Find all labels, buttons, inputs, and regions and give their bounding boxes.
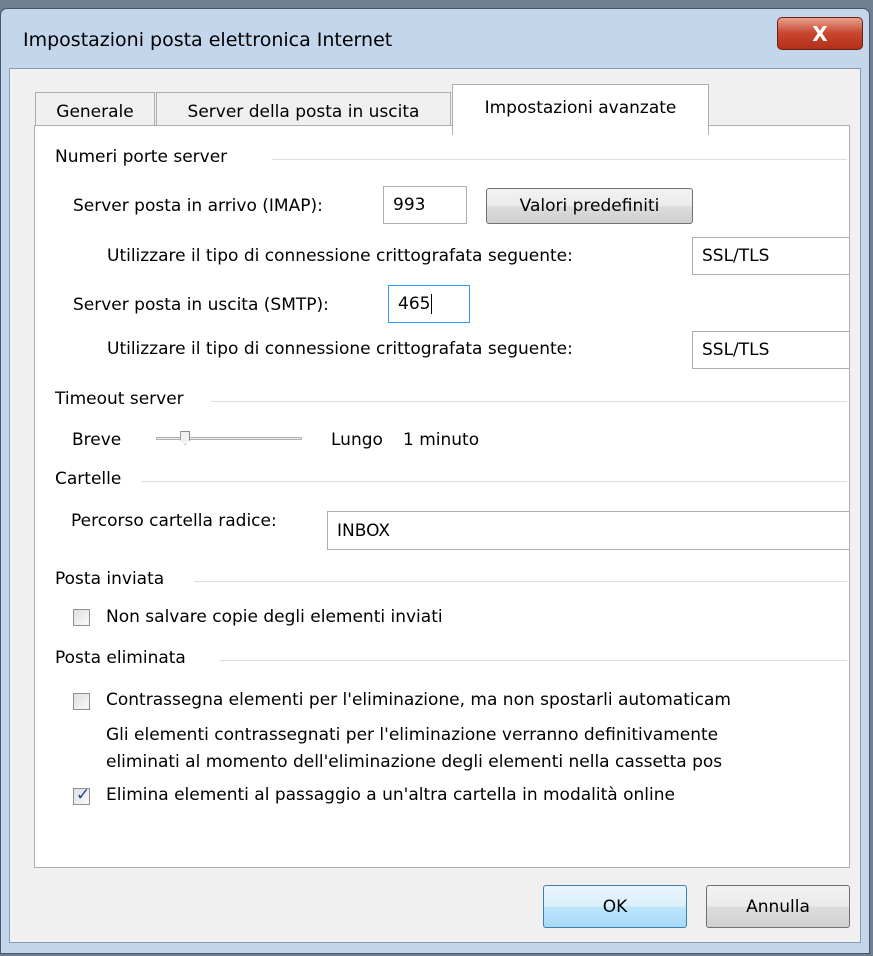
window-title: Impostazioni posta elettronica Internet <box>23 29 393 51</box>
incoming-port-value: 993 <box>393 195 426 215</box>
root-folder-input[interactable]: INBOX <box>327 511 849 550</box>
cancel-button[interactable]: Annulla <box>706 885 850 928</box>
tab-generale-label: Generale <box>56 102 134 122</box>
folders-group-title: Cartelle <box>55 469 122 489</box>
timeout-slider-thumb[interactable] <box>180 431 191 445</box>
check-icon: ✓ <box>76 785 91 805</box>
tab-impostazioni-avanzate-label: Impostazioni avanzate <box>484 98 677 118</box>
deletion-note-line-1: Gli elementi contrassegnati per l'elimin… <box>106 725 719 745</box>
ports-group-title: Numeri porte server <box>55 147 228 167</box>
outgoing-port-input[interactable]: 465 <box>388 285 470 323</box>
deletion-note-line-2: eliminati al momento dell'eliminazione d… <box>106 752 723 772</box>
timeout-group-title: Timeout server <box>55 389 184 409</box>
incoming-encryption-select[interactable]: SSL/TLS <box>692 237 849 275</box>
purge-on-switch-label[interactable]: Elimina elementi al passaggio a un'altra… <box>106 785 675 805</box>
timeout-long-label: Lungo <box>331 430 383 450</box>
ok-label: OK <box>602 896 628 917</box>
ok-button[interactable]: OK <box>543 885 687 928</box>
root-folder-label: Percorso cartella radice: <box>71 511 277 531</box>
no-copies-label[interactable]: Non salvare copie degli elementi inviati <box>106 607 443 627</box>
default-values-label: Valori predefiniti <box>519 196 660 216</box>
mark-for-deletion-checkbox[interactable] <box>73 693 90 710</box>
outgoing-encryption-label: Utilizzare il tipo di connessione critto… <box>107 339 573 359</box>
deleted-group-title: Posta eliminata <box>55 648 186 668</box>
ports-group-divider <box>272 159 847 160</box>
outgoing-port-value: 465 <box>398 294 431 314</box>
outgoing-encryption-select[interactable]: SSL/TLS <box>692 331 849 369</box>
incoming-port-input[interactable]: 993 <box>383 186 467 224</box>
text-caret <box>431 294 433 314</box>
advanced-settings-panel: Numeri porte server Server posta in arri… <box>34 125 850 868</box>
cancel-label: Annulla <box>746 896 810 917</box>
incoming-server-label: Server posta in arrivo (IMAP): <box>73 196 323 216</box>
outgoing-server-label: Server posta in uscita (SMTP): <box>73 295 329 315</box>
incoming-encryption-label: Utilizzare il tipo di connessione critto… <box>107 246 573 266</box>
no-copies-checkbox[interactable] <box>73 609 90 626</box>
folders-group-divider <box>141 481 847 482</box>
sent-group-divider <box>194 581 847 582</box>
root-folder-value: INBOX <box>337 520 391 541</box>
timeout-group-divider <box>211 401 847 402</box>
timeout-value: 1 minuto <box>403 430 480 450</box>
outgoing-encryption-value: SSL/TLS <box>702 340 770 360</box>
mark-for-deletion-label[interactable]: Contrassegna elementi per l'eliminazione… <box>106 690 731 710</box>
purge-on-switch-checkbox[interactable]: ✓ <box>73 785 91 805</box>
tab-server-posta-uscita-label: Server della posta in uscita <box>187 102 420 122</box>
deleted-group-divider <box>220 660 847 661</box>
default-values-button[interactable]: Valori predefiniti <box>486 188 693 224</box>
timeout-short-label: Breve <box>72 430 122 450</box>
incoming-encryption-value: SSL/TLS <box>702 246 770 266</box>
close-icon: X <box>812 21 828 46</box>
close-button[interactable]: X <box>777 17 863 50</box>
timeout-slider-track[interactable] <box>156 437 302 440</box>
sent-group-title: Posta inviata <box>55 569 165 589</box>
tab-impostazioni-avanzate[interactable]: Impostazioni avanzate <box>452 84 709 135</box>
